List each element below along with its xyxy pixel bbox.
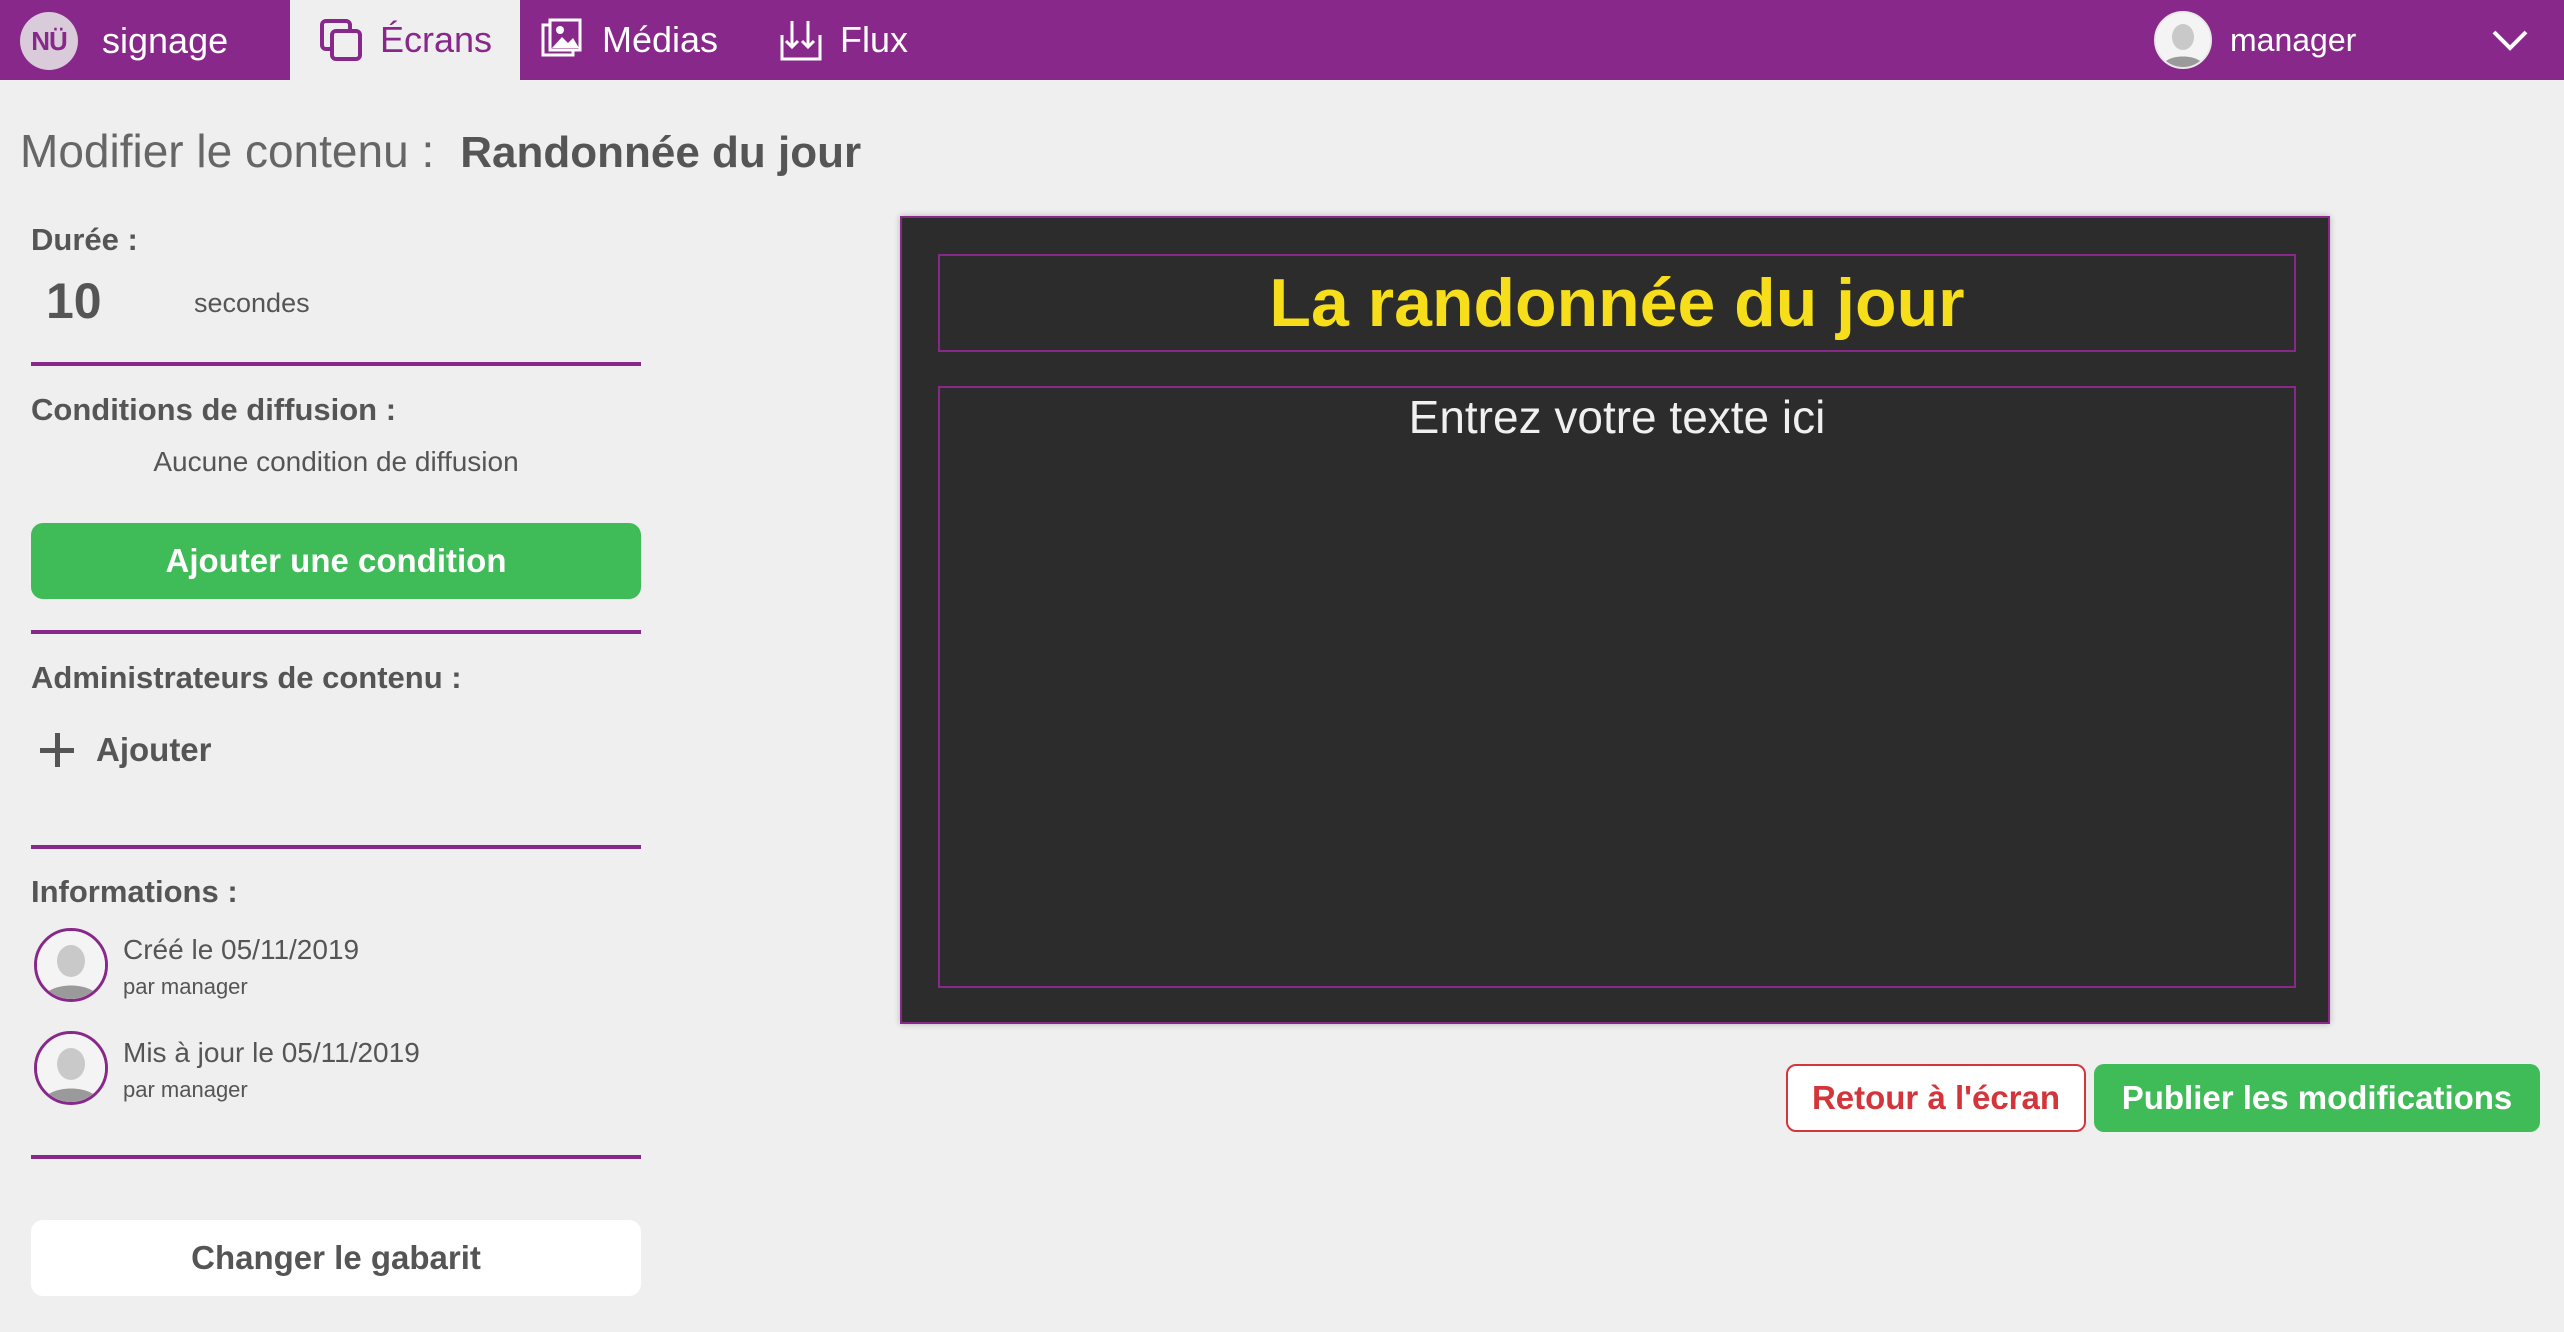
brand-name: signage [102,20,229,61]
info-label: Informations : [31,874,238,909]
content-name: Randonnée du jour [460,128,862,177]
publish-button[interactable]: Publier les modifications [2094,1064,2540,1132]
brand-home-link[interactable]: NÜ signage [20,12,228,70]
admins-label: Administrateurs de contenu : [31,660,462,695]
tab-ecrans[interactable]: Écrans [290,0,520,80]
chevron-down-icon[interactable] [2490,24,2530,56]
divider [31,845,641,849]
preview-text-placeholder: Entrez votre texte ici [1408,391,1826,443]
updater-avatar [34,1031,108,1105]
add-condition-label: Ajouter une condition [165,542,507,579]
user-menu[interactable]: manager [2154,10,2356,70]
change-template-button[interactable]: Changer le gabarit [31,1220,641,1296]
updated-date: Mis à jour le 05/11/2019 [123,1037,420,1068]
add-admin-button[interactable]: Ajouter [40,730,212,770]
no-conditions-text: Aucune condition de diffusion [153,446,519,477]
logo-text: NÜ [31,25,68,56]
preview-title: La randonnée du jour [1269,265,1965,341]
person-icon [2156,13,2210,67]
preview-title-zone[interactable]: La randonnée du jour [938,254,2296,352]
divider [31,362,641,366]
tab-medias-label: Médias [602,19,719,60]
feed-icon [780,21,822,61]
back-to-screen-label: Retour à l'écran [1811,1079,2061,1116]
created-by: par manager [123,974,248,999]
info-updated: Mis à jour le 05/11/2019 par manager [34,1031,420,1111]
tab-flux[interactable]: Flux [778,0,908,80]
created-date: Créé le 05/11/2019 [123,934,360,965]
tab-ecrans-label: Écrans [379,19,493,60]
updated-by: par manager [123,1077,248,1102]
screens-icon [319,19,362,61]
page-title-prefix: Modifier le contenu : [20,125,435,177]
add-condition-button[interactable]: Ajouter une condition [31,523,641,599]
content-preview: La randonnée du jour Entrez votre texte … [900,216,2330,1024]
info-created: Créé le 05/11/2019 par manager [34,928,359,1008]
tab-medias[interactable]: Médias [540,0,718,80]
creator-avatar [34,928,108,1002]
media-icon [541,18,582,57]
user-name: manager [2230,21,2357,58]
tab-flux-label: Flux [840,19,909,60]
top-navigation-bar: NÜ signage Écrans Médias Flux manager [0,0,2564,80]
user-avatar [2154,11,2212,69]
page-title: Modifier le contenu : Randonnée du jour [20,124,861,178]
change-template-label: Changer le gabarit [191,1239,481,1276]
duration-label: Durée : [31,222,138,257]
back-to-screen-button[interactable]: Retour à l'écran [1786,1064,2086,1132]
add-admin-label: Ajouter [96,731,212,768]
duration-unit: secondes [194,288,310,318]
conditions-label: Conditions de diffusion : [31,392,397,427]
publish-label: Publier les modifications [2121,1079,2513,1116]
divider [31,630,641,634]
person-icon [37,1034,105,1102]
brand-logo: NÜ [20,12,78,70]
plus-icon [40,733,74,767]
preview-text-zone[interactable]: Entrez votre texte ici [938,386,2296,988]
duration-value[interactable]: 10 [46,272,102,330]
divider [31,1155,641,1159]
person-icon [37,931,105,999]
